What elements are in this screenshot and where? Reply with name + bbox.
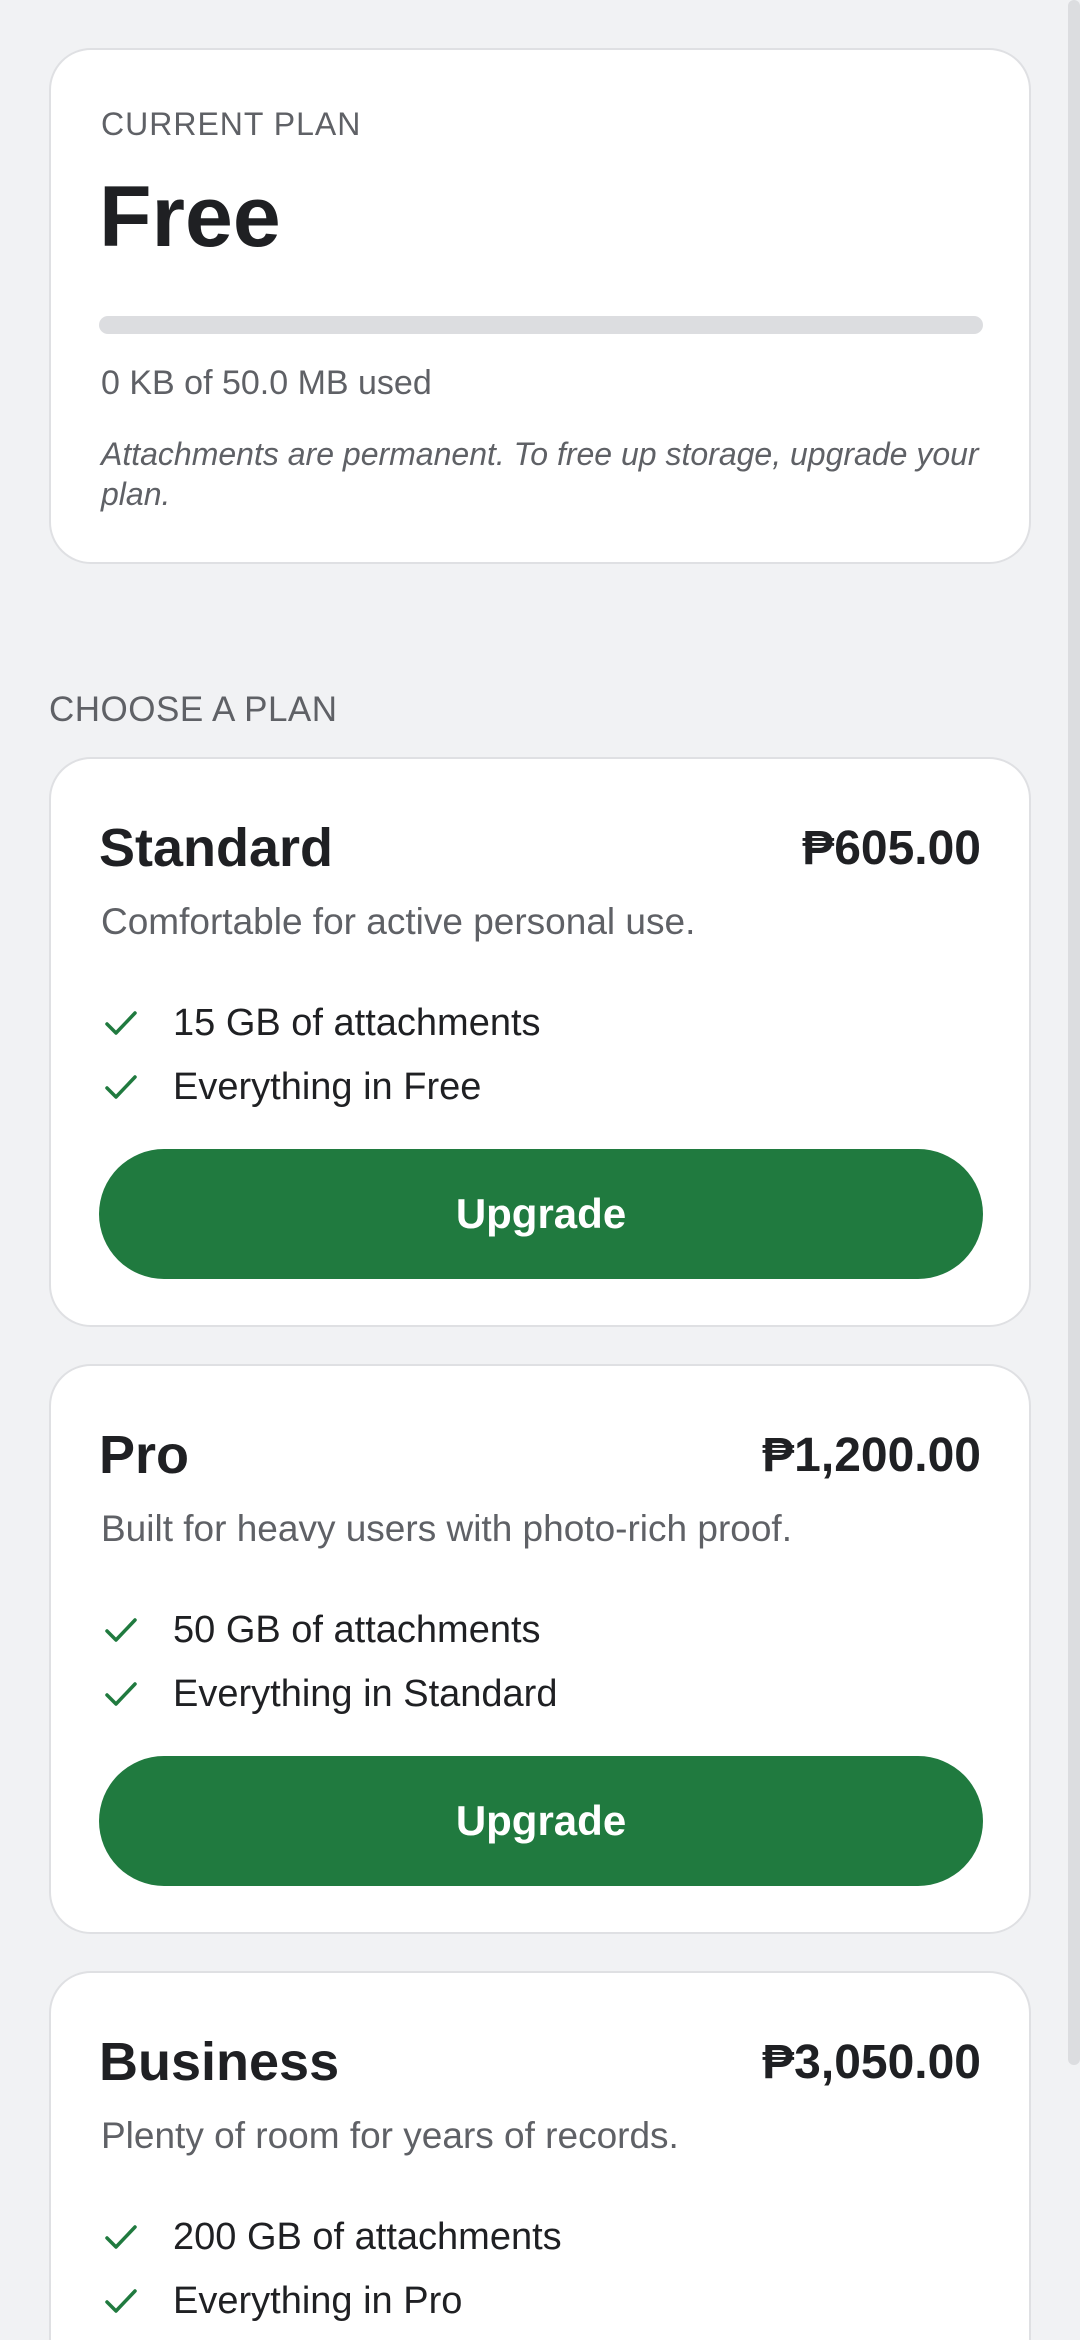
check-icon	[105, 2289, 137, 2313]
feature-item: 15 GB of attachments	[101, 991, 541, 1055]
plan-price: ₱3,050.00	[762, 2036, 981, 2089]
feature-list: 200 GB of attachments Everything in Pro	[101, 2205, 562, 2333]
feature-item: 200 GB of attachments	[101, 2205, 562, 2269]
plan-description: Comfortable for active personal use.	[101, 901, 696, 942]
feature-label: Everything in Standard	[173, 1672, 558, 1715]
plan-price: ₱605.00	[802, 822, 981, 875]
upgrade-standard-button[interactable]: Upgrade	[99, 1149, 983, 1279]
check-icon	[105, 1682, 137, 1706]
plan-price: ₱1,200.00	[762, 1429, 981, 1482]
feature-item: Everything in Standard	[101, 1662, 557, 1726]
feature-label: 15 GB of attachments	[173, 1001, 541, 1044]
feature-list: 50 GB of attachments Everything in Stand…	[101, 1598, 557, 1726]
plan-card-business: Business ₱3,050.00 Plenty of room for ye…	[49, 1971, 1031, 2340]
storage-usage-text: 0 KB of 50.0 MB used	[101, 364, 432, 402]
plan-description: Built for heavy users with photo-rich pr…	[101, 1508, 792, 1549]
feature-list: 15 GB of attachments Everything in Free	[101, 991, 541, 1119]
storage-usage-bar	[99, 316, 983, 334]
upgrade-pro-button[interactable]: Upgrade	[99, 1756, 983, 1886]
check-icon	[105, 1011, 137, 1035]
feature-label: 200 GB of attachments	[173, 2215, 562, 2258]
current-plan-name: Free	[99, 169, 281, 265]
feature-label: Everything in Pro	[173, 2279, 463, 2322]
plan-description: Plenty of room for years of records.	[101, 2115, 679, 2156]
scrollbar[interactable]	[1068, 0, 1080, 2065]
app-screen: CURRENT PLAN Free 0 KB of 50.0 MB used A…	[0, 0, 1080, 2340]
choose-plan-heading: CHOOSE A PLAN	[49, 690, 338, 729]
check-icon	[105, 1075, 137, 1099]
storage-note: Attachments are permanent. To free up st…	[101, 436, 979, 512]
feature-item: 50 GB of attachments	[101, 1598, 557, 1662]
current-plan-label: CURRENT PLAN	[101, 106, 362, 142]
feature-item: Everything in Free	[101, 1055, 541, 1119]
check-icon	[105, 1618, 137, 1642]
feature-label: Everything in Free	[173, 1065, 482, 1108]
feature-item: Everything in Pro	[101, 2269, 562, 2333]
plan-name: Business	[99, 2032, 340, 2092]
check-icon	[105, 2225, 137, 2249]
plan-card-standard: Standard ₱605.00 Comfortable for active …	[49, 757, 1031, 1327]
plan-name: Pro	[99, 1425, 190, 1485]
current-plan-card: CURRENT PLAN Free 0 KB of 50.0 MB used A…	[49, 48, 1031, 564]
plan-card-pro: Pro ₱1,200.00 Built for heavy users with…	[49, 1364, 1031, 1934]
plan-name: Standard	[99, 818, 334, 878]
feature-label: 50 GB of attachments	[173, 1608, 541, 1651]
